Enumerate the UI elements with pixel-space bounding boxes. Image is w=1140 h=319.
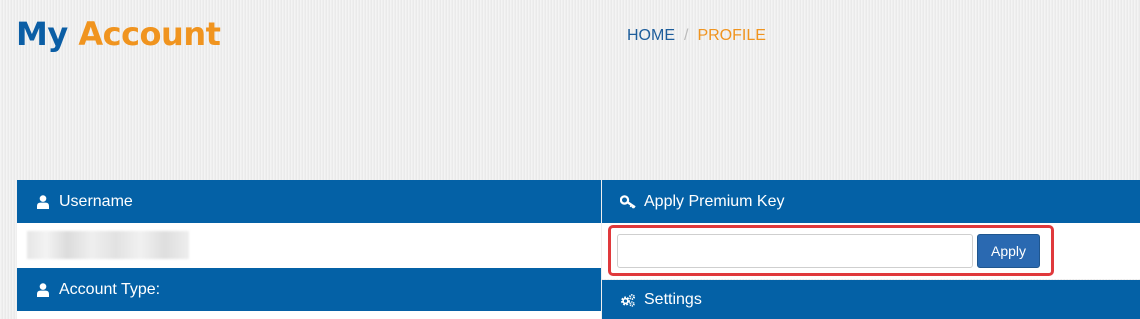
- username-panel-body: [17, 223, 601, 268]
- user-icon: [35, 194, 51, 209]
- page-title-part1: My: [16, 15, 68, 53]
- gears-icon: [620, 293, 636, 307]
- username-panel-header: Username: [17, 180, 601, 223]
- breadcrumb-home-link[interactable]: HOME: [627, 27, 675, 44]
- username-label: Username: [59, 192, 133, 210]
- user-icon: [35, 282, 51, 297]
- breadcrumb: HOME / PROFILE: [627, 26, 766, 46]
- highlight-box: [608, 225, 1054, 276]
- page-title-part2: Account: [78, 15, 221, 53]
- settings-label: Settings: [644, 290, 702, 308]
- page-title: My Account: [16, 14, 221, 54]
- breadcrumb-separator: /: [684, 27, 689, 44]
- account-type-label: Account Type:: [59, 280, 161, 298]
- key-icon: [620, 194, 636, 209]
- breadcrumb-current: PROFILE: [697, 27, 766, 44]
- premium-key-label: Apply Premium Key: [644, 192, 785, 210]
- settings-panel-header[interactable]: Settings: [602, 280, 1140, 319]
- account-type-panel-body: [17, 311, 601, 319]
- username-value-redacted: [27, 231, 189, 259]
- account-type-panel-header: Account Type:: [17, 268, 601, 311]
- premium-key-panel-header: Apply Premium Key: [602, 180, 1140, 223]
